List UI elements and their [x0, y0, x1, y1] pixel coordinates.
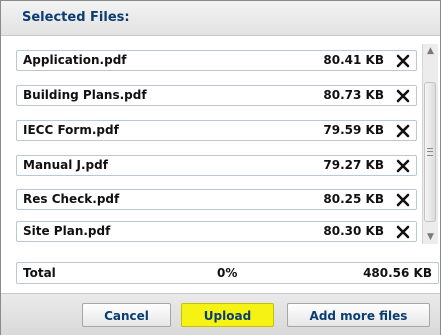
- upload-button[interactable]: Upload: [181, 303, 274, 327]
- total-progress-percent: 0%: [217, 266, 238, 280]
- scroll-thumb[interactable]: [424, 82, 436, 222]
- file-name: Manual J.pdf: [23, 158, 108, 172]
- total-label: Total: [23, 266, 56, 280]
- close-x-icon[interactable]: [396, 89, 410, 103]
- file-row: Application.pdf 80.41 KB: [16, 50, 417, 71]
- selected-files-list: Application.pdf 80.41 KB Building Plans.…: [1, 36, 440, 246]
- cancel-button[interactable]: Cancel: [82, 303, 171, 327]
- file-row: Building Plans.pdf 80.73 KB: [16, 85, 417, 106]
- file-size: 79.59 KB: [323, 123, 384, 137]
- close-x-icon[interactable]: [396, 225, 410, 239]
- file-name: Site Plan.pdf: [23, 224, 111, 238]
- dialog-footer: Cancel Upload Add more files: [1, 293, 440, 335]
- scroll-up-arrow-icon[interactable]: ▲: [423, 44, 438, 58]
- file-name: IECC Form.pdf: [23, 123, 119, 137]
- dialog-header: Selected Files:: [1, 1, 440, 36]
- file-row: IECC Form.pdf 79.59 KB: [16, 120, 417, 141]
- file-row: Res Check.pdf 80.25 KB: [16, 189, 417, 210]
- total-size: 480.56 KB: [363, 266, 432, 280]
- file-size: 80.30 KB: [323, 224, 384, 238]
- file-size: 80.73 KB: [323, 88, 384, 102]
- scroll-down-arrow-icon[interactable]: ▼: [423, 230, 438, 244]
- dialog-title: Selected Files:: [22, 10, 130, 25]
- file-size: 80.25 KB: [323, 192, 384, 206]
- close-x-icon[interactable]: [396, 124, 410, 138]
- file-name: Res Check.pdf: [23, 192, 120, 206]
- file-row: Manual J.pdf 79.27 KB: [16, 155, 417, 176]
- file-name: Building Plans.pdf: [23, 88, 147, 102]
- file-row: Site Plan.pdf 80.30 KB: [16, 221, 417, 242]
- add-more-files-button[interactable]: Add more files: [287, 303, 430, 327]
- total-row: Total 0% 480.56 KB: [16, 262, 439, 284]
- close-x-icon[interactable]: [396, 54, 410, 68]
- file-upload-dialog: Selected Files: Application.pdf 80.41 KB…: [0, 0, 441, 335]
- grip-icon: [427, 148, 433, 156]
- close-x-icon[interactable]: [396, 193, 410, 207]
- file-size: 79.27 KB: [323, 158, 384, 172]
- file-size: 80.41 KB: [323, 53, 384, 67]
- file-name: Application.pdf: [23, 53, 127, 67]
- close-x-icon[interactable]: [396, 159, 410, 173]
- file-list-scrollbar[interactable]: ▲ ▼: [422, 44, 438, 244]
